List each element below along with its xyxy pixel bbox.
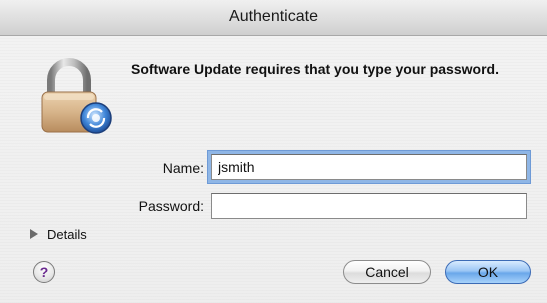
cancel-button[interactable]: Cancel xyxy=(343,260,431,284)
details-label: Details xyxy=(47,226,87,242)
title-bar[interactable]: Authenticate xyxy=(0,0,547,36)
authenticate-dialog: Authenticate Software Update requires th… xyxy=(0,0,547,303)
window-title: Authenticate xyxy=(229,8,318,25)
name-label: Name: xyxy=(162,160,204,176)
auth-message: Software Update requires that you type y… xyxy=(131,61,499,77)
password-label: Password: xyxy=(138,198,204,214)
ok-button[interactable]: OK xyxy=(445,260,531,284)
name-field[interactable] xyxy=(211,154,527,180)
details-disclosure[interactable]: Details xyxy=(30,225,87,243)
help-button[interactable]: ? xyxy=(33,261,55,283)
password-field[interactable] xyxy=(211,193,527,219)
disclosure-triangle-icon[interactable] xyxy=(30,229,38,239)
lock-icon xyxy=(34,56,116,138)
